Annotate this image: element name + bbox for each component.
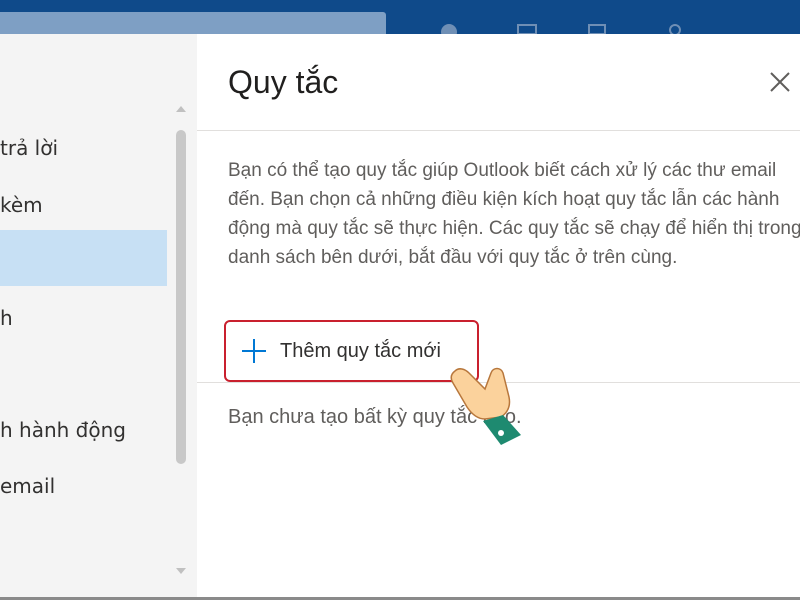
nav-item-label: h (0, 306, 13, 330)
nav-item-label: h hành động (0, 418, 126, 442)
close-button[interactable] (765, 67, 795, 97)
nav-item-label: kèm (0, 193, 43, 217)
page-title: Quy tắc (228, 64, 339, 100)
rules-dialog: Quy tắc Bạn có thể tạo quy tắc giúp Outl… (197, 34, 800, 600)
settings-icon[interactable] (664, 22, 686, 34)
rules-description: Bạn có thể tạo quy tắc giúp Outlook biết… (228, 160, 800, 268)
pointing-hand-icon (450, 367, 521, 445)
mail-icon[interactable] (516, 22, 538, 34)
nav-item-reply[interactable]: trả lời (0, 120, 167, 176)
nav-item-label: trả lời (0, 136, 59, 160)
nav-item-email[interactable]: email (0, 458, 167, 514)
header-divider (197, 130, 800, 131)
close-icon (770, 72, 790, 92)
add-rule-button[interactable]: Thêm quy tắc mới (224, 320, 479, 382)
nav-item-actions[interactable]: h hành động (0, 402, 167, 458)
add-rule-label: Thêm quy tắc mới (280, 339, 441, 362)
plus-icon (242, 339, 266, 363)
scroll-thumb[interactable] (176, 130, 186, 464)
nav-item-attachments[interactable]: kèm (0, 177, 167, 233)
nav-item-rules[interactable] (0, 230, 167, 286)
scroll-up-icon[interactable] (173, 102, 189, 114)
settings-nav: trả lời kèm h h hành động email (0, 34, 197, 600)
outlook-header-bar (0, 0, 800, 34)
calendar-icon[interactable] (586, 22, 608, 34)
nav-item-label: email (0, 474, 56, 498)
nav-item-4[interactable]: h (0, 290, 167, 346)
nav-item-5[interactable] (0, 346, 167, 402)
scroll-down-icon[interactable] (173, 566, 189, 578)
search-box[interactable] (0, 12, 386, 34)
nav-scrollbar[interactable] (173, 68, 189, 588)
people-icon[interactable] (438, 22, 460, 34)
